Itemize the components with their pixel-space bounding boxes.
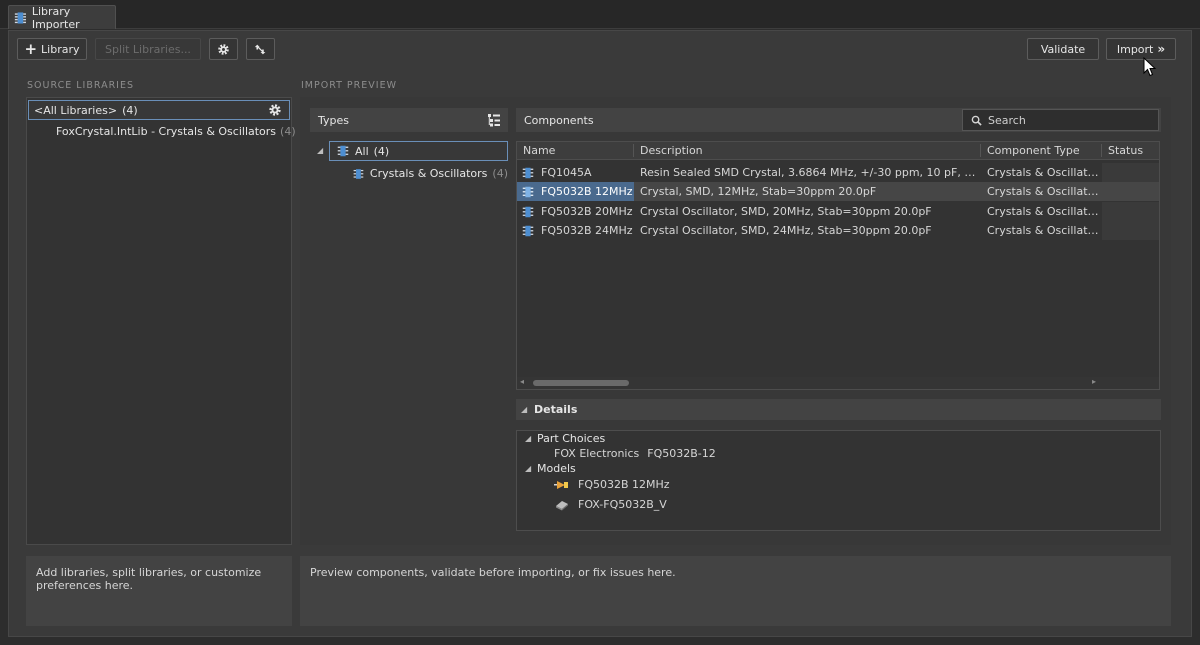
split-libraries-button[interactable]: Split Libraries... — [95, 38, 201, 60]
component-icon — [522, 225, 534, 236]
collapse-triangle-icon[interactable]: ◢ — [317, 146, 327, 155]
part-number: FQ5032B-12 — [647, 447, 716, 460]
search-box[interactable]: Search — [962, 109, 1159, 131]
footprint-icon — [556, 500, 568, 510]
search-input[interactable]: Search — [988, 114, 1026, 127]
gear-icon[interactable] — [268, 103, 282, 117]
component-icon — [522, 167, 534, 178]
table-row-selected[interactable]: FQ5032B 12MHz Crystal, SMD, 12MHz, Stab=… — [517, 182, 1159, 201]
source-libraries-panel — [26, 97, 292, 545]
details-header[interactable]: ◢ Details — [516, 399, 1161, 420]
component-icon — [522, 186, 534, 197]
component-status — [1102, 221, 1159, 240]
column-header-name[interactable]: Name — [517, 144, 634, 157]
import-button[interactable]: Import » — [1106, 38, 1176, 60]
component-icon — [337, 145, 349, 157]
component-description: Crystal Oscillator, SMD, 20MHz, Stab=30p… — [640, 205, 932, 218]
component-type: Crystals & Oscillators — [987, 205, 1102, 218]
collapse-triangle-icon: ◢ — [525, 434, 532, 443]
document-tab[interactable]: Library Importer — [8, 4, 116, 31]
mouse-cursor-icon — [1143, 57, 1157, 77]
model-item[interactable]: FOX-FQ5032B_V — [554, 495, 667, 514]
column-header-component-type[interactable]: Component Type — [981, 144, 1102, 157]
scroll-right-icon[interactable]: ▸ — [1092, 377, 1096, 386]
schematic-symbol-icon — [554, 480, 568, 489]
component-name: FQ1045A — [541, 166, 592, 179]
collapse-triangle-icon: ◢ — [525, 464, 532, 473]
component-name: FQ5032B 24MHz — [541, 224, 633, 237]
table-row[interactable]: FQ5032B 20MHz Crystal Oscillator, SMD, 2… — [517, 202, 1159, 221]
type-item-crystals[interactable]: Crystals & Oscillators (4) — [352, 164, 508, 183]
components-table-header: Name Description Component Type Status — [517, 142, 1159, 160]
tree-view-icon[interactable] — [487, 113, 501, 127]
horizontal-scrollbar[interactable]: ◂ ▸ — [517, 377, 1159, 389]
component-type: Crystals & Oscillators — [987, 185, 1102, 198]
component-name: FQ5032B 20MHz — [541, 205, 633, 218]
component-icon — [353, 168, 364, 179]
import-preview-title: IMPORT PREVIEW — [301, 80, 397, 91]
gear-icon — [218, 43, 229, 55]
type-item-all[interactable]: All (4) — [329, 141, 508, 161]
document-tab-title: Library Importer — [31, 4, 80, 31]
scrollbar-thumb[interactable] — [533, 380, 629, 386]
component-name: FQ5032B 12MHz — [541, 185, 633, 198]
source-hint-panel: Add libraries, split libraries, or custo… — [26, 556, 292, 626]
component-status — [1102, 202, 1159, 221]
preview-hint-panel: Preview components, validate before impo… — [300, 556, 1171, 626]
component-description: Crystal, SMD, 12MHz, Stab=30ppm 20.0pF — [640, 185, 877, 198]
component-icon — [14, 11, 26, 24]
component-description: Crystal Oscillator, SMD, 24MHz, Stab=30p… — [640, 224, 932, 237]
component-type: Crystals & Oscillators — [987, 166, 1102, 179]
library-item[interactable]: FoxCrystal.IntLib - Crystals & Oscillato… — [52, 122, 296, 141]
component-type: Crystals & Oscillators — [987, 224, 1102, 237]
add-library-button[interactable]: + Library — [17, 38, 87, 60]
column-header-status[interactable]: Status — [1102, 144, 1159, 157]
types-header: Types — [310, 108, 508, 132]
scroll-left-icon[interactable]: ◂ — [520, 377, 524, 386]
search-icon — [971, 115, 982, 126]
refresh-button[interactable] — [246, 38, 275, 60]
collapse-triangle-icon: ◢ — [521, 405, 528, 414]
table-row[interactable]: FQ1045A Resin Sealed SMD Crystal, 3.6864… — [517, 163, 1159, 182]
model-item[interactable]: FQ5032B 12MHz — [554, 475, 670, 494]
column-header-description[interactable]: Description — [634, 144, 981, 157]
all-libraries-item[interactable]: <All Libraries> (4) — [28, 100, 290, 120]
plus-icon: + — [24, 39, 38, 58]
swap-arrows-icon — [254, 44, 266, 54]
component-icon — [522, 206, 534, 217]
component-description: Resin Sealed SMD Crystal, 3.6864 MHz, +/… — [640, 166, 981, 179]
document-tab-strip: Library Importer — [0, 0, 1200, 31]
preferences-button[interactable] — [209, 38, 238, 60]
validate-button[interactable]: Validate — [1027, 38, 1099, 60]
part-choice-row[interactable]: FOX Electronics FQ5032B-12 — [554, 444, 716, 463]
table-row[interactable]: FQ5032B 24MHz Crystal Oscillator, SMD, 2… — [517, 221, 1159, 240]
double-chevron-right-icon: » — [1157, 42, 1166, 56]
component-status — [1102, 163, 1159, 182]
source-libraries-title: SOURCE LIBRARIES — [27, 80, 135, 91]
